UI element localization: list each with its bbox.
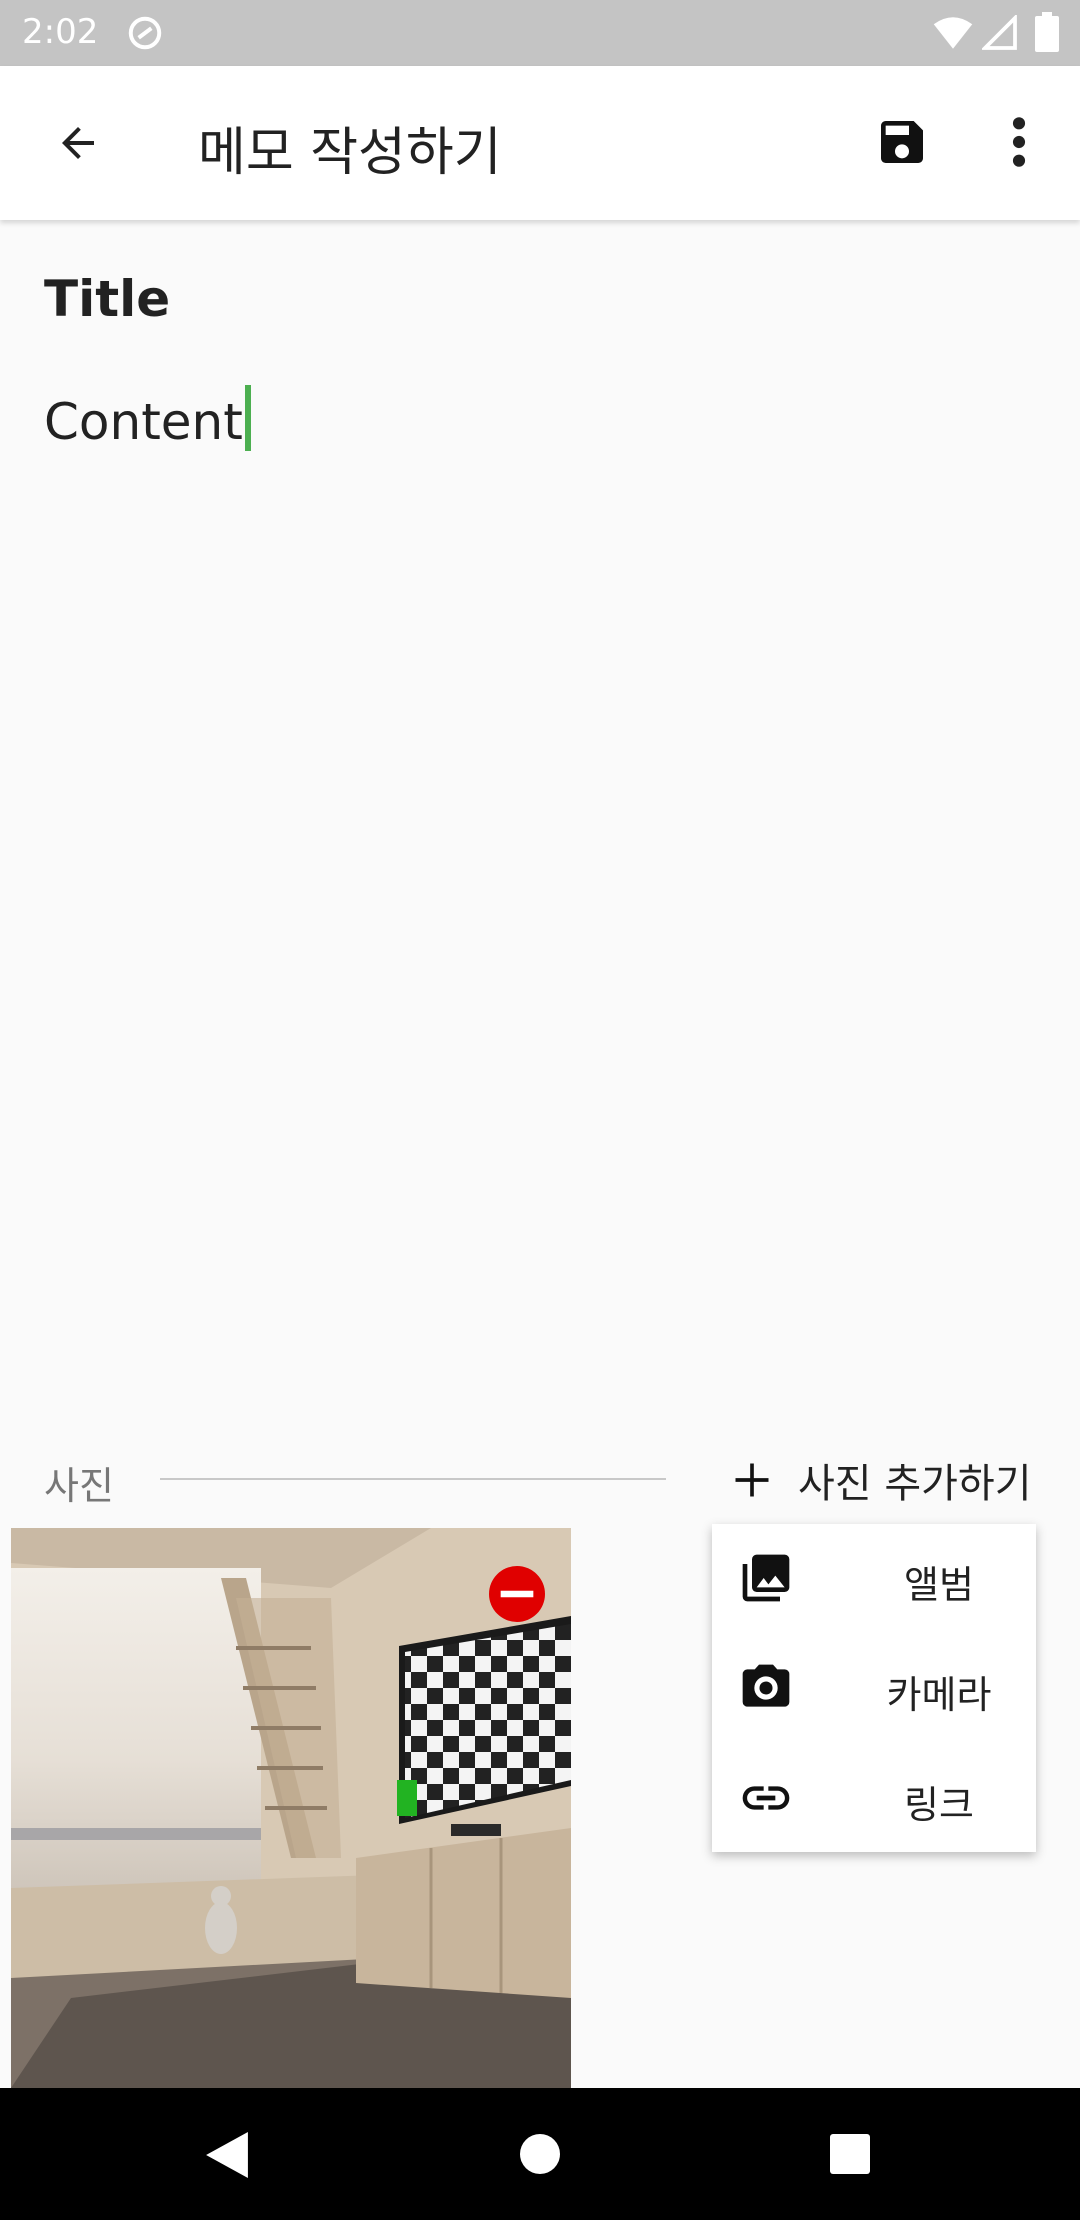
menu-item-label: 카메라 (886, 1673, 992, 1717)
menu-item-album[interactable]: 앨범 (712, 1524, 1036, 1632)
add-photo-popup-menu: 앨범 카메라 링크 (712, 1524, 1036, 1852)
sync-icon (128, 16, 162, 50)
app-toolbar: 메모 작성하기 (0, 66, 1080, 220)
menu-item-label: 앨범 (904, 1563, 974, 1607)
arrow-left-icon[interactable] (48, 119, 108, 167)
floppy-disk-icon[interactable] (874, 114, 930, 170)
nav-back-icon[interactable] (206, 2132, 248, 2178)
plus-icon (735, 1463, 769, 1497)
page-title: 메모 작성하기 (198, 123, 502, 183)
section-divider (160, 1478, 666, 1480)
more-vert-icon[interactable] (1006, 114, 1032, 170)
nav-home-icon[interactable] (520, 2134, 560, 2174)
text-cursor (244, 385, 251, 451)
memo-content-input[interactable]: Content (44, 385, 251, 451)
menu-item-link[interactable]: 링크 (712, 1744, 1036, 1852)
nav-recents-icon[interactable] (830, 2134, 870, 2174)
photo-thumbnail[interactable] (11, 1528, 571, 2088)
add-photo-label: 사진 추가하기 (798, 1461, 1032, 1507)
battery-icon (1035, 12, 1059, 52)
system-nav-bar (0, 2088, 1080, 2220)
memo-content-text: Content (44, 393, 243, 451)
room-photo-image (11, 1528, 571, 2088)
status-time: 2:02 (22, 12, 99, 52)
photo-section-label: 사진 (44, 1464, 114, 1508)
memo-title-input[interactable]: Title (44, 270, 170, 328)
menu-item-camera[interactable]: 카메라 (712, 1634, 1036, 1742)
remove-circle-icon[interactable] (489, 1566, 545, 1622)
add-photo-button[interactable]: 사진 추가하기 (730, 1450, 1032, 1510)
wifi-icon (933, 17, 973, 49)
menu-item-label: 링크 (904, 1783, 974, 1827)
status-bar: 2:02 (0, 0, 1080, 66)
cell-signal-icon (982, 15, 1017, 50)
